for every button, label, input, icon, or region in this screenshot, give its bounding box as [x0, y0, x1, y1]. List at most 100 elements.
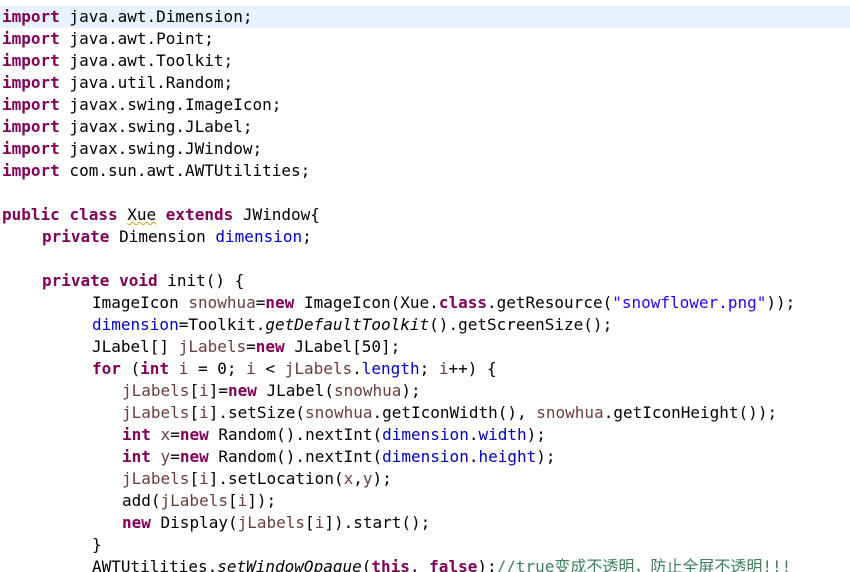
code-token: }: [92, 535, 102, 554]
code-token: ++) {: [448, 359, 497, 378]
code-token: =: [170, 447, 180, 466]
code-token: i: [178, 359, 189, 378]
code-token: int: [140, 359, 170, 378]
code-token: //true变成不透明，防止全屏不透明!!!: [496, 557, 792, 572]
code-token: =: [255, 293, 266, 312]
code-line[interactable]: import javax.swing.JWindow;: [0, 138, 850, 160]
code-token: ]);: [247, 491, 277, 510]
code-line[interactable]: private void init() {: [0, 270, 850, 292]
code-token: =: [170, 425, 180, 444]
code-line[interactable]: [0, 182, 850, 204]
code-token: new: [179, 425, 209, 444]
code-line[interactable]: private Dimension dimension;: [0, 226, 850, 248]
code-line[interactable]: [0, 248, 850, 270]
code-token: ,: [353, 469, 363, 488]
code-token: .: [352, 359, 362, 378]
code-token: [: [189, 381, 200, 400]
code-line[interactable]: AWTUtilities.setWindowOpaque(this, false…: [0, 556, 850, 572]
code-token: JLabel[50];: [284, 337, 401, 356]
code-token: ImageIcon(Xue.: [294, 293, 439, 312]
code-line[interactable]: import java.awt.Toolkit;: [0, 50, 850, 72]
code-token: .getIconWidth(),: [372, 403, 537, 422]
code-token: this: [371, 557, 410, 572]
code-token: import: [2, 73, 60, 92]
code-token: jLabels: [122, 403, 190, 422]
code-token: );: [401, 381, 421, 400]
code-token: ;: [419, 359, 439, 378]
code-token: ));: [766, 293, 796, 312]
code-token: i: [314, 513, 325, 532]
code-token: i: [199, 469, 209, 488]
code-token: new: [179, 447, 209, 466]
code-token: = 0;: [188, 359, 247, 378]
code-token: javax.swing.JWindow;: [59, 139, 263, 158]
code-token: snowhua: [188, 293, 256, 312]
code-line[interactable]: }: [0, 534, 850, 556]
code-token: import: [2, 51, 60, 70]
code-line[interactable]: JLabel[] jLabels=new JLabel[50];: [0, 336, 850, 358]
code-token: getDefaultToolkit: [265, 315, 430, 334]
code-line[interactable]: for (int i = 0; i < jLabels.length; i++)…: [0, 358, 850, 380]
code-token: Random().nextInt(: [208, 447, 383, 466]
code-line[interactable]: int x=new Random().nextInt(dimension.wid…: [0, 424, 850, 446]
code-token: y: [362, 469, 373, 488]
code-token: [: [227, 491, 238, 510]
code-line[interactable]: import java.awt.Point;: [0, 28, 850, 50]
code-token: java.awt.Point;: [59, 29, 214, 48]
code-line[interactable]: ImageIcon snowhua=new ImageIcon(Xue.clas…: [0, 292, 850, 314]
code-token: jLabels: [178, 337, 247, 356]
code-token: int: [122, 425, 151, 444]
code-token: height: [478, 447, 537, 466]
code-token: JWindow{: [233, 205, 320, 224]
code-token: x: [343, 469, 354, 488]
code-line[interactable]: new Display(jLabels[i]).start();: [0, 512, 850, 534]
code-token: i: [237, 491, 248, 510]
code-token: java.awt.Toolkit;: [59, 51, 234, 70]
code-token: y: [160, 447, 171, 466]
code-line[interactable]: import java.awt.Dimension;: [0, 6, 850, 28]
code-token: jLabels: [122, 381, 190, 400]
code-line[interactable]: jLabels[i].setSize(snowhua.getIconWidth(…: [0, 402, 850, 424]
code-line[interactable]: public class Xue extends JWindow{: [0, 204, 850, 226]
code-token: import: [2, 117, 60, 136]
code-token: javax.swing.ImageIcon;: [59, 95, 282, 114]
code-line[interactable]: import javax.swing.ImageIcon;: [0, 94, 850, 116]
code-token: ImageIcon: [92, 293, 189, 312]
code-line[interactable]: import java.util.Random;: [0, 72, 850, 94]
code-token: new: [265, 293, 295, 312]
code-token: jLabels: [284, 359, 353, 378]
code-token: snowhua: [333, 381, 402, 400]
code-token: public: [2, 205, 60, 224]
code-line[interactable]: import com.sun.awt.AWTUtilities;: [0, 160, 850, 182]
code-token: private: [42, 227, 110, 246]
code-token: <: [255, 359, 285, 378]
code-line[interactable]: add(jLabels[i]);: [0, 490, 850, 512]
code-token: length: [361, 359, 420, 378]
code-token: jLabels: [160, 491, 228, 510]
code-editor[interactable]: import java.awt.Dimension; import java.aw…: [0, 0, 850, 572]
code-token: jLabels: [122, 469, 190, 488]
code-token: import: [2, 139, 60, 158]
code-token: for: [92, 359, 121, 378]
code-token: (: [361, 557, 372, 572]
code-line[interactable]: jLabels[i]=new JLabel(snowhua);: [0, 380, 850, 402]
code-token: Display(: [150, 513, 238, 532]
code-token: Xue: [127, 205, 157, 224]
code-token: ]).start();: [324, 513, 431, 532]
code-line[interactable]: jLabels[i].setLocation(x,y);: [0, 468, 850, 490]
code-token: x: [160, 425, 171, 444]
code-line[interactable]: import javax.swing.JLabel;: [0, 116, 850, 138]
code-token: extends: [165, 205, 234, 224]
code-token: );: [372, 469, 392, 488]
code-line[interactable]: dimension=Toolkit.getDefaultToolkit().ge…: [0, 314, 850, 336]
code-token: );: [536, 447, 556, 466]
code-token: new: [255, 337, 285, 356]
code-line[interactable]: int y=new Random().nextInt(dimension.hei…: [0, 446, 850, 468]
code-token: false: [429, 557, 478, 572]
code-token: );: [477, 557, 497, 572]
code-token: init() {: [157, 271, 245, 290]
code-token: .getIconHeight());: [603, 403, 778, 422]
code-token: import: [2, 95, 60, 114]
